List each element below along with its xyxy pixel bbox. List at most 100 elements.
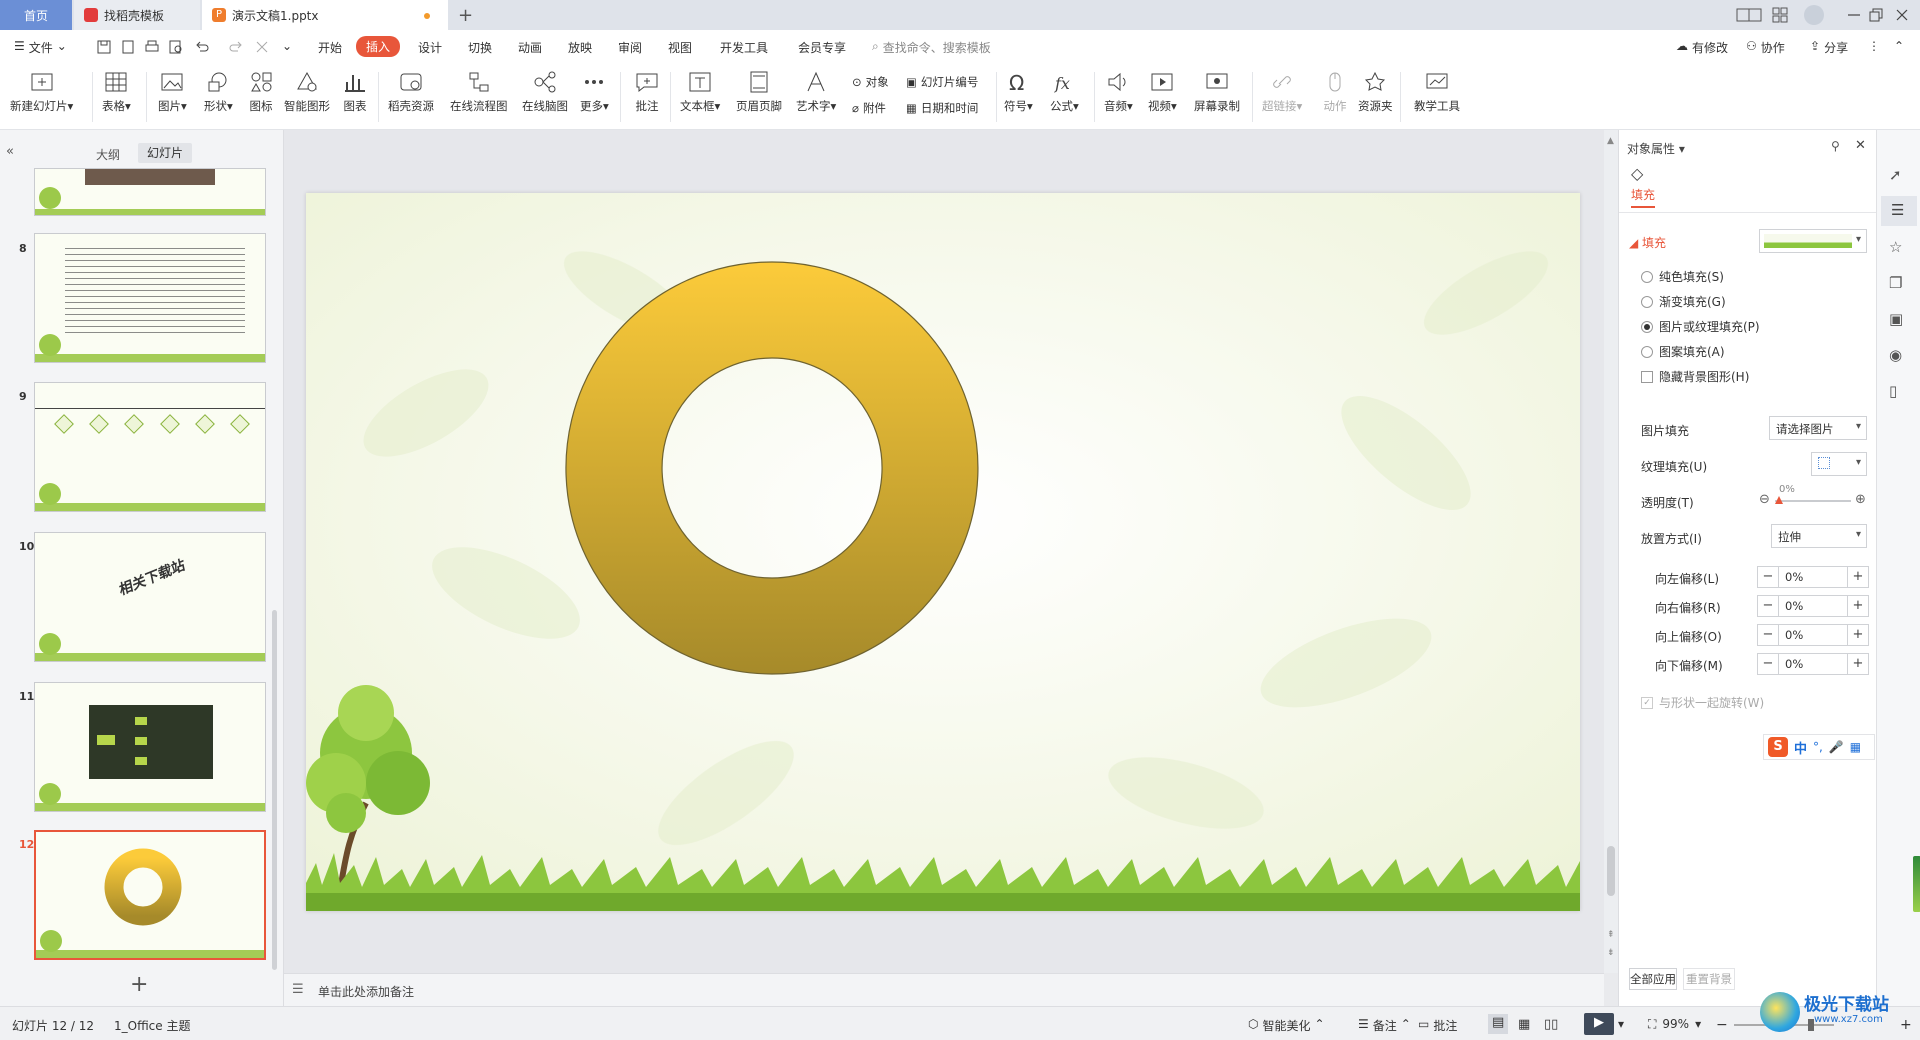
avatar[interactable] <box>1804 5 1824 25</box>
wordart-button[interactable]: 艺术字▾ <box>796 70 836 114</box>
slide-thumbnail-7[interactable] <box>34 168 266 216</box>
transparency-plus-icon[interactable]: ⊕ <box>1855 492 1866 507</box>
layout-icon[interactable] <box>1736 7 1762 23</box>
panel-title[interactable]: 对象属性 ▾ <box>1627 140 1685 157</box>
decrement-button[interactable]: − <box>1758 625 1778 645</box>
image-tools-icon[interactable]: ▣ <box>1889 310 1903 328</box>
menu-tab-member[interactable]: 会员专享 <box>798 39 846 56</box>
header-footer-button[interactable]: 页眉页脚 <box>736 70 782 114</box>
attachment-button[interactable]: ⌀ 附件 <box>852 100 886 116</box>
menu-tab-insert[interactable]: 插入 <box>356 36 401 57</box>
offset-bottom-stepper[interactable]: −0% + <box>1757 653 1869 675</box>
play-slideshow-button[interactable]: ▶ <box>1584 1013 1614 1035</box>
checkbox-rotate-with-shape[interactable]: ✓ 与形状一起旋转(W) <box>1641 694 1764 711</box>
collab-button[interactable]: ⚇ 协作 <box>1746 39 1785 56</box>
transparency-slider-handle[interactable] <box>1775 496 1783 504</box>
copy-layers-icon[interactable]: ❐ <box>1889 274 1902 292</box>
side-widget-handle[interactable] <box>1913 856 1920 912</box>
new-tab-button[interactable]: + <box>458 0 482 30</box>
radio-button[interactable] <box>1641 345 1653 358</box>
action-button[interactable]: 动作 <box>1322 70 1348 114</box>
table-button[interactable]: 表格▾ <box>102 70 131 114</box>
slide-thumbnail-9[interactable] <box>34 382 266 512</box>
modified-button[interactable]: ☁ 有修改 <box>1676 39 1728 56</box>
microphone-icon[interactable]: 🎤 <box>1829 740 1844 754</box>
menu-tab-transition[interactable]: 切换 <box>468 39 492 56</box>
hyperlink-button[interactable]: 超链接▾ <box>1262 70 1302 114</box>
more-options-icon[interactable]: ⋮ <box>1868 39 1880 53</box>
online-flowchart-button[interactable]: 在线流程图 <box>450 70 508 114</box>
menu-tab-slideshow[interactable]: 放映 <box>568 39 592 56</box>
menu-tab-home[interactable]: 开始 <box>318 39 342 56</box>
radio-solid-fill[interactable]: 纯色填充(S) <box>1641 268 1724 285</box>
smart-art-button[interactable]: 智能图形 <box>284 70 330 114</box>
comments-toggle-button[interactable]: ▭ 批注 <box>1418 1017 1457 1034</box>
animation-star-icon[interactable]: ☆ <box>1889 238 1902 256</box>
smart-beautify-button[interactable]: ⬡ 智能美化 ⌃ <box>1248 1017 1325 1034</box>
texture-fill-select[interactable] <box>1811 452 1867 476</box>
reset-background-button[interactable]: 重置背景 <box>1683 968 1735 990</box>
menu-tab-developer[interactable]: 开发工具 <box>720 39 768 56</box>
increment-button[interactable]: + <box>1848 625 1868 645</box>
zoom-level[interactable]: 99% <box>1662 1017 1689 1032</box>
notes-toggle-button[interactable]: ☰ 备注 ⌃ <box>1358 1017 1411 1034</box>
offset-top-input[interactable]: 0% <box>1778 625 1848 645</box>
checkbox[interactable] <box>1641 370 1653 383</box>
play-options-chevron[interactable]: ▾ <box>1618 1017 1624 1031</box>
online-mindmap-button[interactable]: 在线脑图 <box>522 70 568 114</box>
minimize-icon[interactable] <box>1846 7 1862 23</box>
icon-library-button[interactable]: 图标 <box>248 70 274 114</box>
tab-outline[interactable]: 大纲 <box>96 146 120 163</box>
save-icon[interactable] <box>96 39 112 55</box>
transparency-minus-icon[interactable]: ⊖ <box>1759 492 1770 507</box>
offset-left-stepper[interactable]: −0% + <box>1757 566 1869 588</box>
property-tab-active[interactable]: ☰ <box>1881 196 1917 226</box>
menu-tab-design[interactable]: 设计 <box>418 39 442 56</box>
datetime-button[interactable]: ▦ 日期和时间 <box>906 100 978 116</box>
file-menu[interactable]: ☰ 文件 ⌄ <box>14 39 67 56</box>
increment-button[interactable]: + <box>1848 654 1868 674</box>
normal-view-button[interactable]: ▤ <box>1488 1014 1508 1034</box>
offset-bottom-input[interactable]: 0% <box>1778 654 1848 674</box>
fill-section-header[interactable]: ◢ 填充 <box>1629 234 1666 251</box>
close-panel-icon[interactable]: ✕ <box>1855 138 1866 153</box>
radio-gradient-fill[interactable]: 渐变填充(G) <box>1641 293 1726 310</box>
picture-button[interactable]: 图片▾ <box>158 70 187 114</box>
tab-document[interactable]: P 演示文稿1.pptx <box>202 0 448 30</box>
slide-thumbnail-11[interactable] <box>34 682 266 812</box>
slide-number-button[interactable]: ▣ 幻灯片编号 <box>906 74 978 90</box>
comment-button[interactable]: 批注 <box>634 70 660 114</box>
apply-all-button[interactable]: 全部应用 <box>1629 968 1677 990</box>
object-button[interactable]: ⊙ 对象 <box>852 74 889 90</box>
menu-tab-review[interactable]: 审阅 <box>618 39 642 56</box>
radio-pattern-fill[interactable]: 图案填充(A) <box>1641 343 1725 360</box>
new-slide-button[interactable]: 新建幻灯片▾ <box>10 70 73 114</box>
rocket-icon[interactable]: ➚ <box>1889 166 1902 184</box>
scroll-up-icon[interactable]: ▲ <box>1607 136 1614 146</box>
screen-record-button[interactable]: 屏幕录制 <box>1194 70 1240 114</box>
docer-resources-button[interactable]: 稻壳资源 <box>388 70 434 114</box>
share-button[interactable]: ⇪ 分享 <box>1810 39 1848 56</box>
location-pin-icon[interactable]: ◉ <box>1889 346 1902 364</box>
reading-view-icon[interactable]: ▯▯ <box>1544 1017 1558 1032</box>
placement-select[interactable]: 拉伸 <box>1771 524 1867 548</box>
punctuation-icon[interactable]: °, <box>1813 740 1823 754</box>
tab-home[interactable]: 首页 <box>0 0 72 30</box>
fill-preview-dropdown[interactable]: ▾ <box>1759 229 1867 253</box>
decrement-button[interactable]: − <box>1758 654 1778 674</box>
textbox-button[interactable]: 文本框▾ <box>680 70 720 114</box>
print-preview-icon[interactable] <box>168 39 184 55</box>
offset-top-stepper[interactable]: −0% + <box>1757 624 1869 646</box>
thumbnail-scrollbar[interactable] <box>272 610 277 970</box>
close-icon[interactable] <box>1894 7 1910 23</box>
radio-button[interactable] <box>1641 295 1653 308</box>
keyboard-icon[interactable]: ▦ <box>1850 740 1861 754</box>
add-slide-button[interactable]: + <box>130 972 148 997</box>
transparency-slider[interactable] <box>1775 500 1851 502</box>
pin-icon[interactable]: ⚲ <box>1831 139 1840 153</box>
notes-bar[interactable]: ☰ 单击此处添加备注 <box>284 973 1604 1006</box>
fit-window-button[interactable]: ⛶ 99% ▾ <box>1648 1017 1701 1032</box>
increment-button[interactable]: + <box>1848 567 1868 587</box>
theme-name[interactable]: 1_Office 主题 <box>114 1017 190 1034</box>
slide-thumbnail-12[interactable] <box>34 830 266 960</box>
